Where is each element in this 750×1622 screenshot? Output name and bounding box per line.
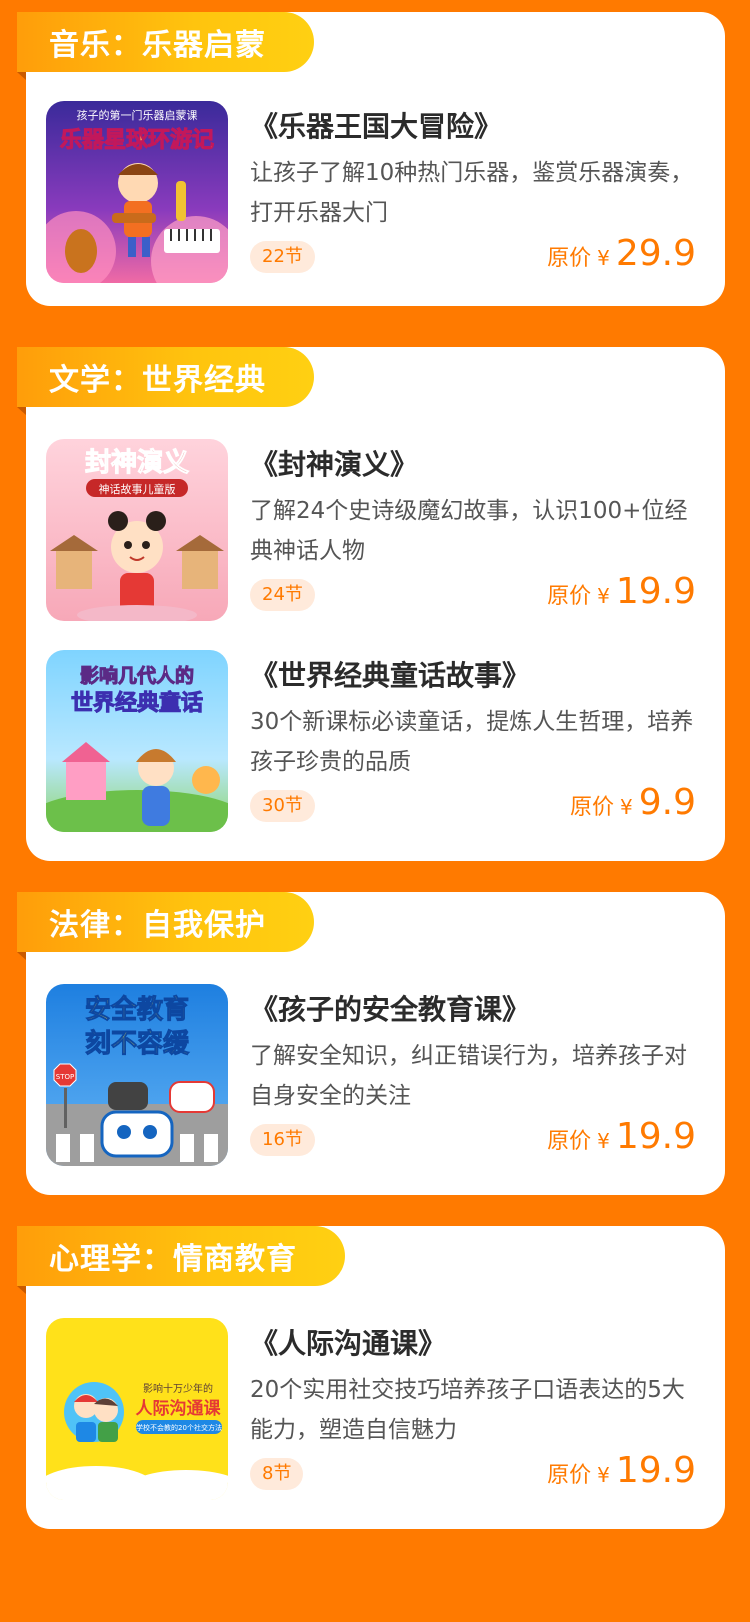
- section-card-law: 法律：自我保护 STOP 安全教育 刻不容缓 《孩子的安全教育课》 了解安全知识…: [17, 892, 725, 1195]
- price: 原价 ¥ 19.9: [547, 1450, 696, 1491]
- cover-line-1: 安全教育: [85, 994, 189, 1025]
- course-item[interactable]: 孩子的第一门乐器启蒙课 乐器星球环游记 《乐器王国大冒险》 让孩子了解10种热门…: [46, 101, 706, 283]
- course-title[interactable]: 《封神演义》: [250, 443, 418, 483]
- currency-symbol: ¥: [597, 1463, 610, 1487]
- course-item[interactable]: 影响十万少年的 人际沟通课 学校不会教的20个社交方法 《人际沟通课》 20个实…: [46, 1318, 706, 1500]
- lesson-count-badge: 24节: [250, 579, 315, 611]
- cover-title: 乐器星球环游记: [60, 127, 214, 153]
- course-item[interactable]: 封神演义 神话故事儿童版 《封神演义》 了解24个史诗级魔幻故事，认识100+位…: [46, 439, 706, 621]
- lesson-count-badge: 16节: [250, 1124, 315, 1156]
- course-cover-image[interactable]: 孩子的第一门乐器启蒙课 乐器星球环游记: [46, 101, 228, 283]
- price: 原价 ¥ 19.9: [547, 571, 696, 612]
- currency-symbol: ¥: [597, 584, 610, 608]
- cover-title: 封神演义: [85, 447, 189, 478]
- cover-line-1: 影响几代人的: [80, 664, 194, 687]
- cover-subtitle: 神话故事儿童版: [99, 482, 176, 496]
- price: 原价 ¥ 9.9: [570, 782, 696, 823]
- price: 原价 ¥ 19.9: [547, 1116, 696, 1157]
- course-cover-image[interactable]: 影响十万少年的 人际沟通课 学校不会教的20个社交方法: [46, 1318, 228, 1500]
- price-value: 29.9: [615, 233, 696, 274]
- course-cover-image[interactable]: 影响几代人的 世界经典童话: [46, 650, 228, 832]
- price-value: 19.9: [615, 571, 696, 612]
- section-card-music: 音乐：乐器启蒙 孩子的第一门乐器启蒙课 乐器星球环游记 《乐器王国大冒险》 让孩…: [17, 12, 725, 306]
- course-item[interactable]: 影响几代人的 世界经典童话 《世界经典童话故事》 30个新课标必读童话，提炼人生…: [46, 650, 706, 832]
- course-description: 了解安全知识，纠正错误行为，培养孩子对自身安全的关注: [250, 1043, 687, 1109]
- course-description: 了解24个史诗级魔幻故事，认识100+位经典神话人物: [250, 498, 688, 564]
- currency-symbol: ¥: [597, 1129, 610, 1153]
- section-title-law: 法律：自我保护: [17, 892, 314, 952]
- price-value: 19.9: [615, 1450, 696, 1491]
- lesson-count-badge: 22节: [250, 241, 315, 273]
- course-cover-image[interactable]: STOP 安全教育 刻不容缓: [46, 984, 228, 1166]
- currency-symbol: ¥: [597, 246, 610, 270]
- price-label: 原价: [547, 1129, 592, 1154]
- stop-sign-text: STOP: [56, 1073, 74, 1081]
- course-description: 20个实用社交技巧培养孩子口语表达的5大能力，塑造自信魅力: [250, 1377, 685, 1443]
- price-label: 原价: [547, 246, 592, 271]
- cover-caption: 孩子的第一门乐器启蒙课: [77, 108, 198, 122]
- currency-symbol: ¥: [620, 795, 633, 819]
- section-card-psychology: 心理学：情商教育 影响十万少年的 人际沟通课 学校不会教的20个社交方法 《人际…: [17, 1226, 725, 1529]
- course-title[interactable]: 《乐器王国大冒险》: [250, 105, 502, 145]
- cover-caption: 影响十万少年的: [143, 1382, 213, 1395]
- course-title[interactable]: 《人际沟通课》: [250, 1322, 446, 1362]
- section-card-literature: 文学：世界经典 封神演义 神话故事儿童版 《封神演义》 了解24个史诗级魔幻故事…: [17, 347, 725, 861]
- section-title-psychology: 心理学：情商教育: [17, 1226, 345, 1286]
- course-title[interactable]: 《世界经典童话故事》: [250, 654, 530, 694]
- course-description: 30个新课标必读童话，提炼人生哲理，培养孩子珍贵的品质: [250, 709, 694, 775]
- section-title-music: 音乐：乐器启蒙: [17, 12, 314, 72]
- lesson-count-badge: 8节: [250, 1458, 304, 1490]
- cover-line-2: 刻不容缓: [85, 1028, 190, 1059]
- price-value: 19.9: [615, 1116, 696, 1157]
- course-description: 让孩子了解10种热门乐器，鉴赏乐器演奏，打开乐器大门: [250, 160, 694, 226]
- cover-line-2: 世界经典童话: [71, 690, 203, 716]
- price: 原价 ¥ 29.9: [547, 233, 696, 274]
- cover-title: 人际沟通课: [136, 1398, 222, 1419]
- price-label: 原价: [547, 1463, 592, 1488]
- course-item[interactable]: STOP 安全教育 刻不容缓 《孩子的安全教育课》 了解安全知识，纠正错误行为，…: [46, 984, 706, 1166]
- price-label: 原价: [547, 584, 592, 609]
- price-label: 原价: [569, 795, 614, 820]
- cover-subtitle: 学校不会教的20个社交方法: [136, 1423, 222, 1432]
- section-title-literature: 文学：世界经典: [17, 347, 314, 407]
- lesson-count-badge: 30节: [250, 790, 315, 822]
- course-cover-image[interactable]: 封神演义 神话故事儿童版: [46, 439, 228, 621]
- price-value: 9.9: [638, 782, 696, 823]
- course-title[interactable]: 《孩子的安全教育课》: [250, 988, 530, 1028]
